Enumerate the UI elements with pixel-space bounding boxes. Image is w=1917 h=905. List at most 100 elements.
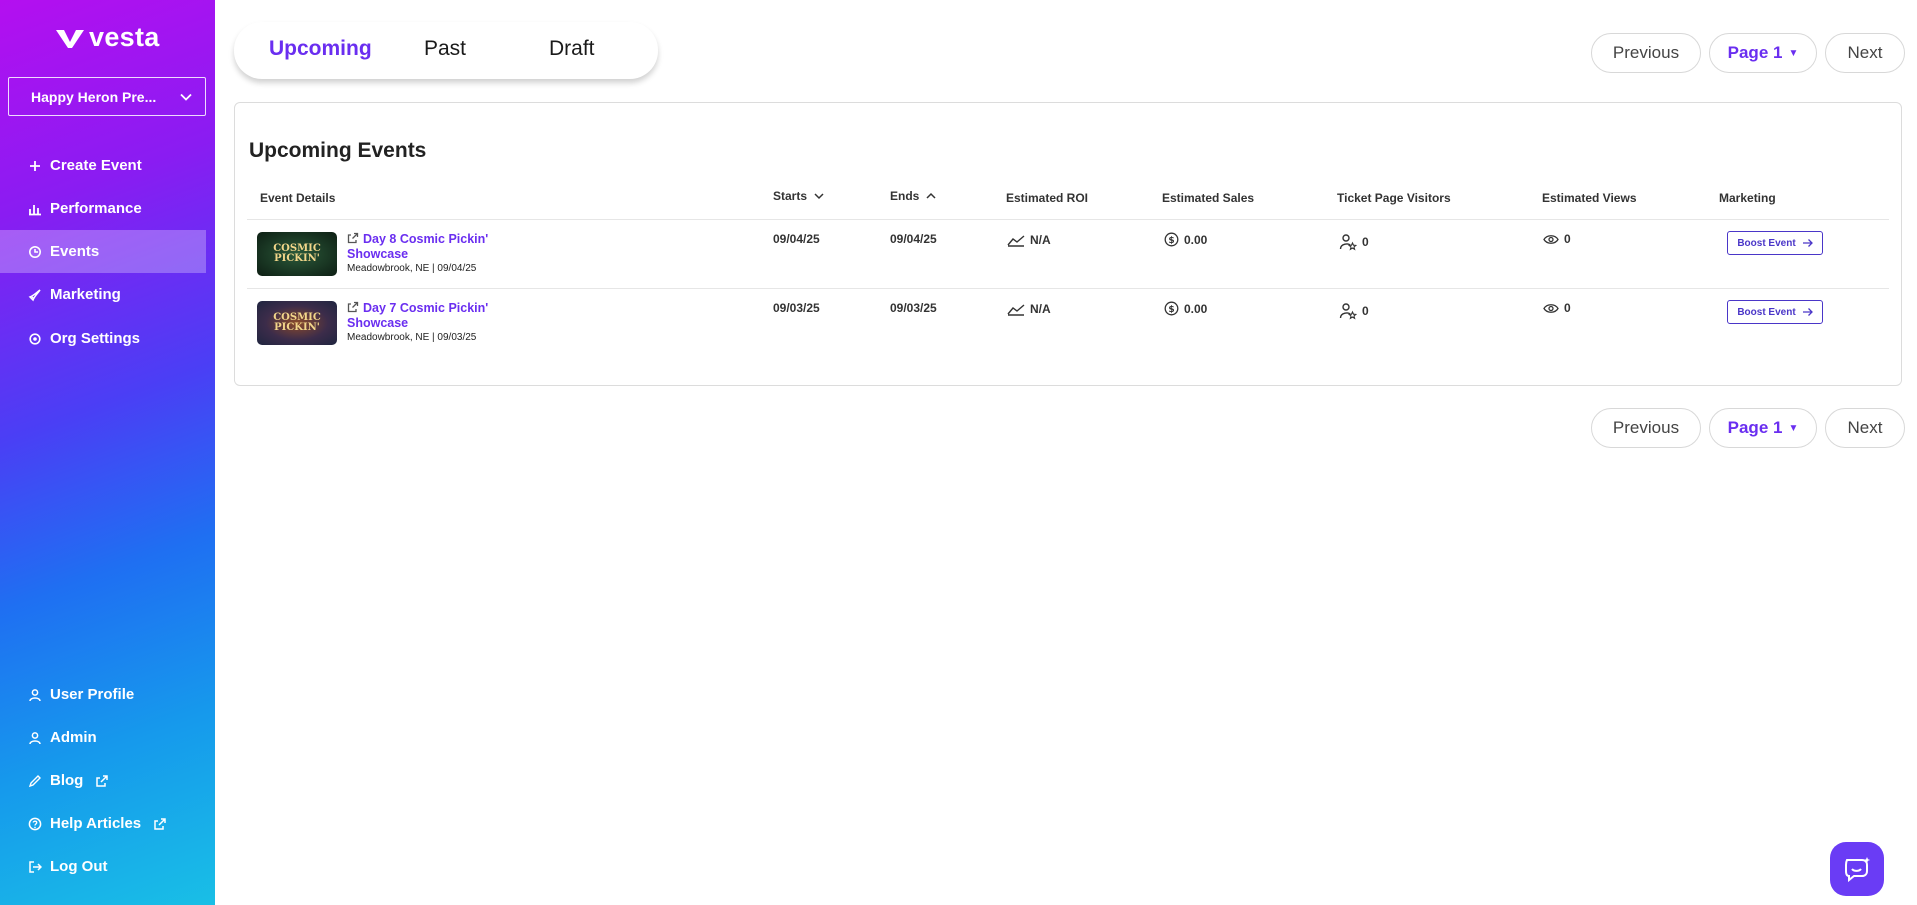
brand-name: vesta [89, 22, 160, 52]
visitors-value: 0 [1362, 304, 1369, 318]
tab-upcoming[interactable]: Upcoming [269, 37, 372, 61]
sidebar-item-marketing[interactable]: Marketing [0, 273, 215, 316]
external-link-icon [154, 817, 166, 830]
sidebar-item-performance[interactable]: Performance [0, 187, 215, 230]
event-sales: $ 0.00 [1164, 301, 1207, 316]
external-link-icon [96, 774, 109, 787]
boost-event-button[interactable]: Boost Event [1727, 231, 1823, 255]
gear-icon [28, 332, 42, 346]
svg-text:$: $ [1168, 236, 1174, 246]
arrow-right-icon [1802, 239, 1813, 247]
column-header-starts[interactable]: Starts [773, 189, 825, 203]
sidebar-item-blog[interactable]: Blog [0, 759, 215, 802]
org-selector[interactable]: Happy Heron Pre... [8, 77, 206, 116]
eye-icon [1543, 303, 1559, 313]
sidebar-item-label: Blog [50, 772, 84, 789]
event-starts: 09/04/25 [773, 232, 820, 246]
event-location-date: Meadowbrook, NE | 09/03/25 [347, 332, 477, 343]
column-header-estimated-views: Estimated Views [1542, 191, 1637, 205]
column-header-ends[interactable]: Ends [890, 189, 937, 203]
event-visitors: 0 [1339, 233, 1369, 251]
brand-logo[interactable]: vesta [55, 22, 160, 53]
svg-text:$: $ [1168, 305, 1174, 315]
event-visitors: 0 [1339, 302, 1369, 320]
roi-value: N/A [1030, 302, 1051, 316]
next-page-button[interactable]: Next [1825, 408, 1905, 448]
column-header-label: Starts [773, 189, 808, 203]
sidebar-item-events[interactable]: Events [0, 230, 206, 273]
views-value: 0 [1564, 232, 1571, 246]
boost-event-button[interactable]: Boost Event [1727, 300, 1823, 324]
tab-past[interactable]: Past [424, 37, 466, 61]
roi-value: N/A [1030, 233, 1051, 247]
user-star-icon [1339, 303, 1357, 320]
page-select[interactable]: Page 1 ▼ [1709, 408, 1817, 448]
trend-line-icon [1007, 304, 1025, 316]
sidebar-item-create-event[interactable]: Create Event [0, 144, 215, 187]
event-title: Day 7 Cosmic Pickin' Showcase [347, 301, 489, 330]
sidebar-item-label: Org Settings [50, 330, 141, 347]
sidebar-item-log-out[interactable]: Log Out [0, 845, 215, 888]
chevron-down-icon [180, 93, 192, 101]
column-header-ticket-page-visitors: Ticket Page Visitors [1337, 191, 1451, 205]
visitors-value: 0 [1362, 235, 1369, 249]
tab-draft[interactable]: Draft [549, 37, 595, 61]
sidebar-item-label: Create Event [50, 157, 142, 174]
admin-user-icon [28, 731, 42, 745]
column-header-estimated-roi: Estimated ROI [1006, 191, 1089, 205]
previous-page-button[interactable]: Previous [1591, 33, 1701, 73]
table-row: COSMIC PICKIN' Day 7 Cosmic Pickin' Show… [247, 288, 1889, 357]
pagination-top: Previous Page 1 ▼ Next [1591, 33, 1905, 73]
page-select-value: Page 1 [1727, 43, 1783, 62]
event-title: Day 8 Cosmic Pickin' Showcase [347, 232, 489, 261]
pagination-bottom: Previous Page 1 ▼ Next [1591, 408, 1905, 448]
rocket-icon [28, 288, 42, 302]
user-star-icon [1339, 234, 1357, 251]
dollar-circle-icon: $ [1164, 301, 1179, 316]
event-thumbnail[interactable]: COSMIC PICKIN' [257, 232, 337, 276]
panel-title: Upcoming Events [249, 139, 427, 162]
event-thumbnail[interactable]: COSMIC PICKIN' [257, 301, 337, 345]
log-out-icon [28, 860, 42, 874]
previous-page-button[interactable]: Previous [1591, 408, 1701, 448]
dollar-circle-icon: $ [1164, 232, 1179, 247]
event-title-link[interactable]: Day 8 Cosmic Pickin' Showcase [347, 232, 497, 262]
event-location-date: Meadowbrook, NE | 09/04/25 [347, 263, 477, 274]
boost-event-label: Boost Event [1737, 306, 1796, 318]
user-icon [28, 688, 42, 702]
sidebar-item-label: Performance [50, 200, 142, 217]
next-page-button[interactable]: Next [1825, 33, 1905, 73]
thumbnail-text: PICKIN' [274, 322, 320, 333]
sidebar-item-org-settings[interactable]: Org Settings [0, 317, 215, 360]
thumbnail-text: PICKIN' [274, 253, 320, 264]
event-status-tabs: Upcoming Past Draft [234, 22, 658, 79]
caret-down-icon: ▼ [1788, 47, 1799, 59]
table-row: COSMIC PICKIN' Day 8 Cosmic Pickin' Show… [247, 219, 1889, 288]
external-link-icon [347, 301, 359, 313]
sidebar-item-help-articles[interactable]: Help Articles [0, 802, 215, 845]
external-link-icon [347, 232, 359, 244]
sidebar: vesta Happy Heron Pre... Create Event Pe… [0, 0, 215, 905]
sidebar-item-label: Help Articles [50, 815, 142, 832]
upcoming-events-panel: Upcoming Events Event Details Starts End… [234, 102, 1902, 386]
event-ends: 09/03/25 [890, 301, 937, 315]
column-header-event-details: Event Details [260, 191, 336, 205]
event-title-link[interactable]: Day 7 Cosmic Pickin' Showcase [347, 301, 497, 331]
sort-descending-icon [814, 193, 824, 200]
chat-support-icon [1845, 857, 1871, 883]
views-value: 0 [1564, 301, 1571, 315]
plus-icon [28, 159, 42, 173]
sales-value: 0.00 [1184, 301, 1208, 316]
bar-chart-icon [28, 202, 42, 216]
page-select[interactable]: Page 1 ▼ [1709, 33, 1817, 73]
pen-icon [28, 774, 42, 788]
chat-support-button[interactable] [1830, 842, 1884, 896]
org-selector-value: Happy Heron Pre... [31, 88, 157, 105]
caret-down-icon: ▼ [1788, 422, 1799, 434]
boost-event-label: Boost Event [1737, 237, 1796, 249]
sidebar-item-admin[interactable]: Admin [0, 716, 215, 759]
sort-ascending-icon [926, 192, 936, 199]
sidebar-item-user-profile[interactable]: User Profile [0, 673, 215, 716]
sales-value: 0.00 [1184, 232, 1208, 247]
column-header-marketing: Marketing [1719, 191, 1776, 205]
